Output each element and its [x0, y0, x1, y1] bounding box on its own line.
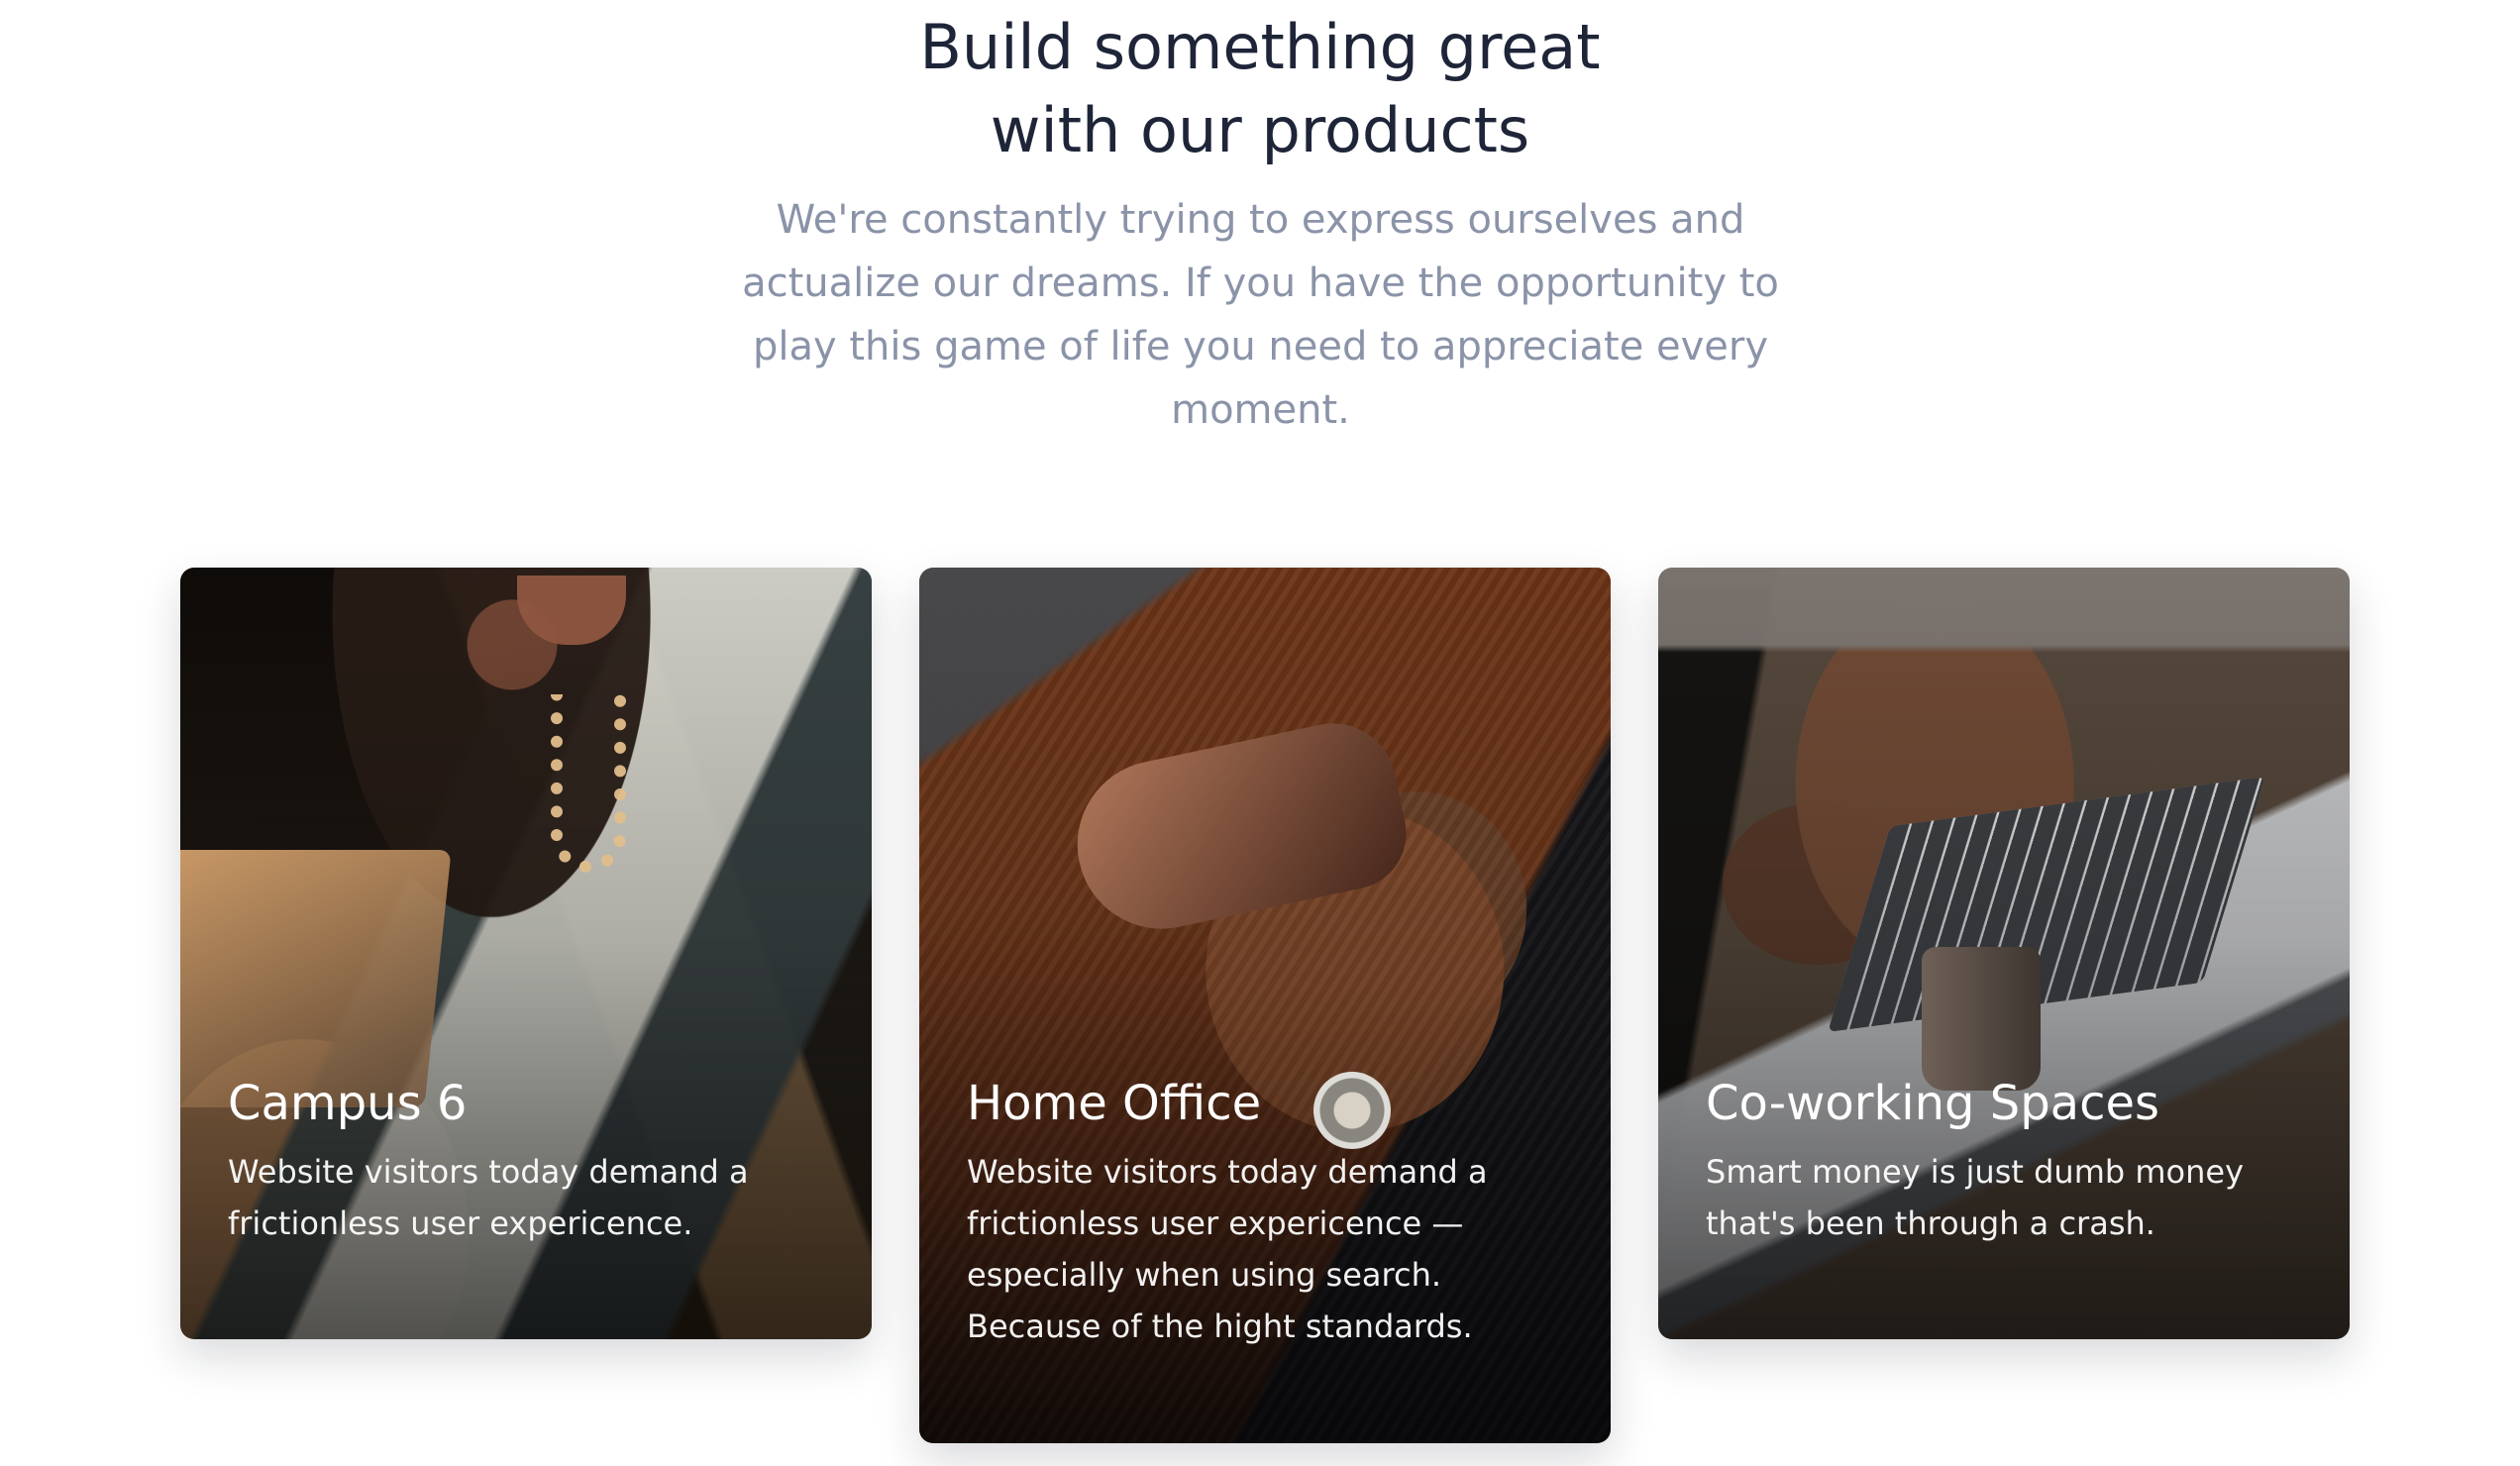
home-office-card-title: Home Office — [967, 1076, 1262, 1131]
campus-6-card[interactable]: Campus 6 Website visitors today demand a… — [180, 568, 872, 1339]
home-office-card[interactable]: Home Office Website visitors today deman… — [919, 568, 1611, 1443]
laptop-keyboard-illustration — [1827, 776, 2266, 1033]
home-office-card-content: Home Office Website visitors today deman… — [967, 1073, 1561, 1352]
hands-illustration — [1061, 711, 1418, 945]
page-title: Build something great with our products — [765, 6, 1755, 172]
product-showcase-page: Build something great with our products … — [0, 0, 2520, 1466]
page-title-line-1: Build something great — [919, 11, 1601, 83]
co-working-spaces-card[interactable]: Co-working Spaces Smart money is just du… — [1658, 568, 2350, 1339]
co-working-spaces-card-title: Co-working Spaces — [1706, 1076, 2160, 1131]
page-subtitle: We're constantly trying to express ourse… — [742, 197, 1779, 433]
campus-6-card-content: Campus 6 Website visitors today demand a… — [228, 1073, 822, 1249]
page-title-line-2: with our products — [990, 94, 1530, 166]
person-illustration — [517, 576, 626, 645]
co-working-spaces-card-content: Co-working Spaces Smart money is just du… — [1706, 1073, 2300, 1249]
necklace-illustration — [551, 694, 626, 873]
campus-6-card-description: Website visitors today demand a friction… — [228, 1153, 749, 1242]
laptop-illustration — [180, 850, 452, 1107]
mug-illustration — [1922, 947, 2041, 1091]
home-office-card-description: Website visitors today demand a friction… — [967, 1153, 1488, 1345]
campus-6-card-title: Campus 6 — [228, 1076, 468, 1131]
co-working-spaces-card-description: Smart money is just dumb money that's be… — [1706, 1153, 2244, 1242]
